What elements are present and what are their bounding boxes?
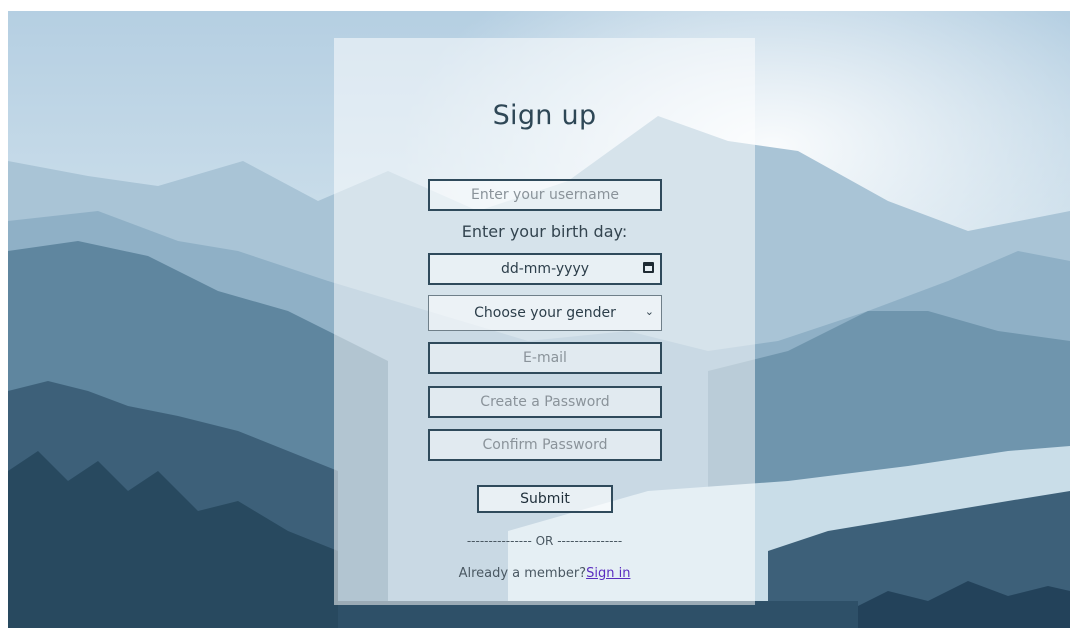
page-background: Sign up Enter your birth day: dd-mm-yyyy… <box>8 11 1070 628</box>
username-input[interactable] <box>428 179 662 211</box>
or-divider: --------------- OR --------------- <box>466 534 623 548</box>
gender-selected-value: Choose your gender <box>474 305 616 321</box>
create-password-input[interactable] <box>428 386 662 418</box>
birthday-placeholder: dd-mm-yyyy <box>500 261 590 277</box>
sign-in-link[interactable]: Sign in <box>586 566 630 581</box>
birthday-label: Enter your birth day: <box>461 222 628 241</box>
calendar-icon[interactable] <box>643 262 654 273</box>
signup-card: Sign up Enter your birth day: dd-mm-yyyy… <box>334 38 755 605</box>
confirm-password-input[interactable] <box>428 429 662 461</box>
birthday-date-input[interactable]: dd-mm-yyyy <box>428 253 662 285</box>
chevron-down-icon: ⌄ <box>644 305 654 318</box>
page-title: Sign up <box>492 100 597 131</box>
already-member-label: Already a member? <box>458 566 587 581</box>
submit-button[interactable]: Submit <box>477 485 613 513</box>
gender-select[interactable]: Choose your gender ⌄ <box>428 295 662 331</box>
already-member-text: Already a member?Sign in <box>334 566 755 581</box>
email-input[interactable] <box>428 342 662 374</box>
